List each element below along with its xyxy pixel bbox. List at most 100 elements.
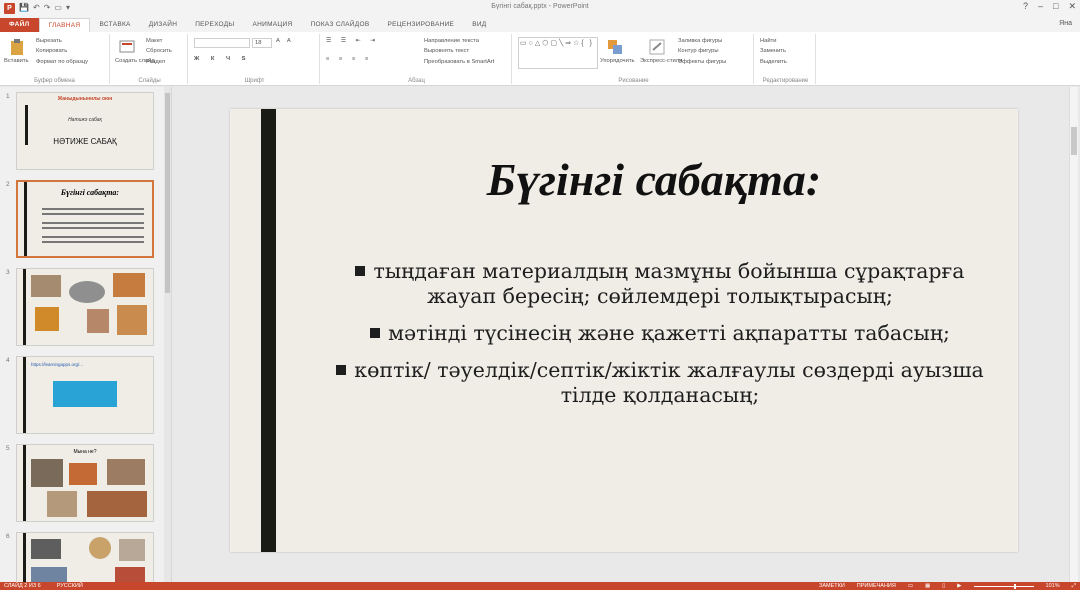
bullet-item: көптік/ тәуелдік/септік/жіктік жалғаулы … xyxy=(320,358,1000,408)
quick-styles-icon[interactable] xyxy=(648,38,666,56)
scrollbar-thumb[interactable] xyxy=(165,93,170,293)
editor-scrollbar[interactable] xyxy=(1069,87,1078,582)
section-button[interactable]: Раздел xyxy=(146,59,165,65)
select-button[interactable]: Выделить xyxy=(760,59,787,65)
close-icon[interactable]: ✕ xyxy=(1068,1,1076,12)
ribbon: Вставить Вырезать Копировать Формат по о… xyxy=(0,32,1080,86)
help-icon[interactable]: ? xyxy=(1023,1,1028,12)
paste-button[interactable]: Вставить xyxy=(4,58,29,64)
shape-fill-button[interactable]: Заливка фигуры xyxy=(678,38,722,44)
thumbnail-photo xyxy=(35,307,59,331)
slide-title[interactable]: Бүгінгі сабақта: xyxy=(290,153,1018,206)
user-name[interactable]: Яна xyxy=(1059,20,1072,27)
slide-thumbnail-2[interactable]: Бүгінгі сабақта: xyxy=(16,180,154,258)
bullet-text: тыңдаған материалдың мазмұны бойынша сұр… xyxy=(373,259,965,308)
language-indicator[interactable]: РУССКИЙ xyxy=(57,583,83,589)
slide-thumbnails-panel[interactable]: 1 Жаныдыныннлы оюн Натижэ сабақ НӘТИЖЕ С… xyxy=(0,87,172,582)
tab-file[interactable]: ФАЙЛ xyxy=(0,18,39,32)
slide-sorter-icon[interactable]: ▦ xyxy=(925,583,930,589)
scrollbar-thumb[interactable] xyxy=(1071,127,1077,155)
tab-review[interactable]: РЕЦЕНЗИРОВАНИЕ xyxy=(378,18,463,32)
thumbnail-photo xyxy=(69,281,105,303)
smartart-button[interactable]: Преобразовать в SmartArt xyxy=(424,59,494,65)
slide-thumbnail-3[interactable] xyxy=(16,268,154,346)
shape-effects-button[interactable]: Эффекты фигуры xyxy=(678,59,726,65)
thumbnail-title: Мына не? xyxy=(73,449,97,455)
tab-insert[interactable]: ВСТАВКА xyxy=(90,18,139,32)
cut-button[interactable]: Вырезать xyxy=(36,38,62,44)
slide-thumbnail-1[interactable]: Жаныдыныннлы оюн Натижэ сабақ НӘТИЖЕ САБ… xyxy=(16,92,154,170)
quick-styles-button[interactable]: Экспресс-стили xyxy=(640,58,682,64)
minimize-icon[interactable]: – xyxy=(1038,1,1043,12)
text-direction-button[interactable]: Направление текста xyxy=(424,38,479,44)
bullet-text: көптік/ тәуелдік/септік/жіктік жалғаулы … xyxy=(354,358,984,407)
ribbon-tabs: ФАЙЛ ГЛАВНАЯ ВСТАВКА ДИЗАЙН ПЕРЕХОДЫ АНИ… xyxy=(0,16,1080,32)
thumbnail-number: 6 xyxy=(6,533,10,540)
align-text-button[interactable]: Выровнять текст xyxy=(424,48,469,54)
tab-view[interactable]: ВИД xyxy=(463,18,495,32)
font-size-adjust-icons[interactable]: A A xyxy=(276,38,294,44)
thumbnail-text-line xyxy=(42,208,144,210)
tab-design[interactable]: ДИЗАЙН xyxy=(140,18,187,32)
thumbnails-scrollbar[interactable] xyxy=(164,87,171,582)
slide-thumbnail-4[interactable]: https://learningapps.org/... xyxy=(16,356,154,434)
powerpoint-window: P 💾 ↶ ↷ ▭ ▾ Бүгінгі сабақ.pptx - PowerPo… xyxy=(0,0,1080,590)
slide-editor[interactable]: Бүгінгі сабақта: тыңдаған материалдың ма… xyxy=(173,87,1080,582)
format-painter-button[interactable]: Формат по образцу xyxy=(36,59,88,65)
square-bullet-icon xyxy=(355,266,366,276)
find-button[interactable]: Найти xyxy=(760,38,777,44)
clipboard-group: Вставить Вырезать Копировать Формат по о… xyxy=(0,34,110,84)
tab-home[interactable]: ГЛАВНАЯ xyxy=(38,18,91,32)
zoom-level[interactable]: 101% xyxy=(1046,583,1060,589)
slide-thumbnail-6[interactable] xyxy=(16,532,154,582)
thumbnail-photo xyxy=(117,305,147,335)
thumbnail-photo xyxy=(47,491,77,517)
editing-group: Найти Заменить Выделить Редактирование xyxy=(756,34,816,84)
shape-outline-button[interactable]: Контур фигуры xyxy=(678,48,719,54)
thumbnail-photo xyxy=(115,567,145,582)
arrange-button[interactable]: Упорядочить xyxy=(600,58,635,64)
editing-group-label: Редактирование xyxy=(762,78,809,84)
bullet-text: мәтінді түсінесің және қажетті ақпаратты… xyxy=(388,321,950,345)
bullet-item: тыңдаған материалдың мазмұны бойынша сұр… xyxy=(320,259,1000,309)
new-slide-icon[interactable] xyxy=(118,38,136,56)
thumbnail-number: 3 xyxy=(6,269,10,276)
paragraph-group: ☰ ☰ ⇤ ⇥ ≡ ≡ ≡ ≡ Направление текста Выров… xyxy=(322,34,512,84)
fit-to-window-icon[interactable]: ⤢ xyxy=(1072,583,1076,590)
font-format-icons[interactable]: Ж К Ч S xyxy=(194,56,251,62)
reading-view-icon[interactable]: ▯ xyxy=(942,583,945,589)
copy-button[interactable]: Копировать xyxy=(36,48,67,54)
thumbnail-subtitle: Натижэ сабақ xyxy=(68,117,102,123)
font-group: 18 A A Ж К Ч S Шрифт xyxy=(190,34,320,84)
slide-bullet-list[interactable]: тыңдаған материалдың мазмұны бойынша сұр… xyxy=(320,259,1000,420)
tab-slideshow[interactable]: ПОКАЗ СЛАЙДОВ xyxy=(302,18,379,32)
reset-button[interactable]: Сбросить xyxy=(146,48,172,54)
maximize-icon[interactable]: □ xyxy=(1053,1,1058,12)
normal-view-icon[interactable]: ▭ xyxy=(908,583,913,589)
window-controls: ? – □ ✕ xyxy=(1023,1,1076,12)
thumbnail-bar xyxy=(23,445,26,521)
slides-group: Создать слайд Макет Сбросить Раздел Слай… xyxy=(112,34,188,84)
font-size-box[interactable]: 18 xyxy=(252,38,272,48)
title-bar: P 💾 ↶ ↷ ▭ ▾ Бүгінгі сабақ.pptx - PowerPo… xyxy=(0,0,1080,16)
zoom-slider[interactable] xyxy=(973,583,1034,589)
list-icons[interactable]: ☰ ☰ ⇤ ⇥ xyxy=(326,38,379,44)
align-icons[interactable]: ≡ ≡ ≡ ≡ xyxy=(326,56,372,62)
slide-thumbnail-5[interactable]: Мына не? xyxy=(16,444,154,522)
tab-transitions[interactable]: ПЕРЕХОДЫ xyxy=(186,18,243,32)
tab-animations[interactable]: АНИМАЦИЯ xyxy=(243,18,301,32)
thumbnail-photo xyxy=(119,539,145,561)
current-slide[interactable]: Бүгінгі сабақта: тыңдаған материалдың ма… xyxy=(230,109,1018,552)
arrange-icon[interactable] xyxy=(606,38,624,56)
comments-button[interactable]: ПРИМЕЧАНИЯ xyxy=(857,583,896,589)
font-name-box[interactable] xyxy=(194,38,250,48)
shapes-gallery[interactable]: ▭○△⬡▢╲⇒☆{ } xyxy=(518,37,598,69)
window-title: Бүгінгі сабақ.pptx - PowerPoint xyxy=(491,3,589,10)
replace-button[interactable]: Заменить xyxy=(760,48,786,54)
layout-button[interactable]: Макет xyxy=(146,38,162,44)
paste-icon[interactable] xyxy=(8,38,26,56)
slideshow-view-icon[interactable]: ▶ xyxy=(957,583,961,589)
zoom-slider-handle[interactable] xyxy=(1013,583,1016,589)
thumbnail-number: 2 xyxy=(6,181,10,188)
notes-button[interactable]: ЗАМЕТКИ xyxy=(819,583,845,589)
